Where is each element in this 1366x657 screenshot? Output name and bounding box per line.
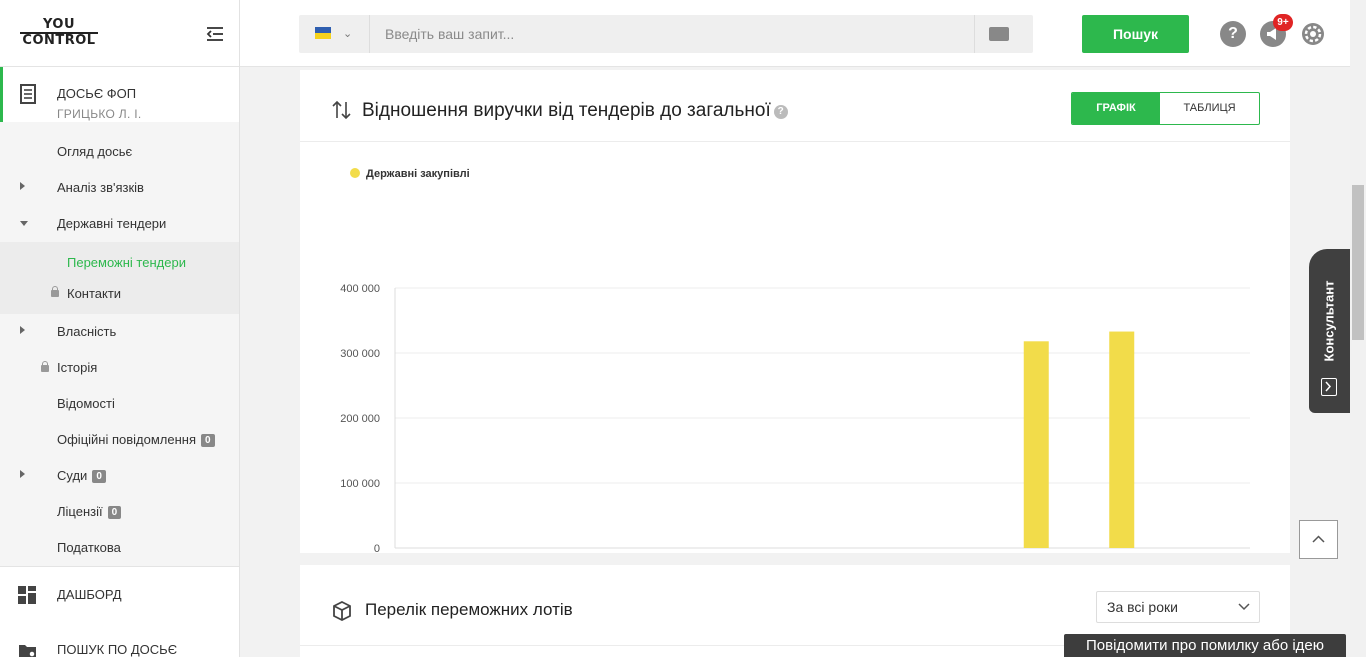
expand-arrow-icon <box>20 470 25 478</box>
page-scrollbar[interactable] <box>1350 0 1366 657</box>
sidebar-item-label: ДАШБОРД <box>57 587 122 602</box>
card-title: Перелік переможних лотів <box>365 600 573 619</box>
chevron-down-icon <box>1238 603 1250 611</box>
logo-line-1: YOU <box>20 18 98 34</box>
sidebar-item-label: Відомості <box>57 396 115 411</box>
sidebar-item-label: Аналіз зв'язків <box>57 180 144 195</box>
sidebar-item-label: Власність <box>57 324 117 339</box>
search-button[interactable]: Пошук <box>1082 15 1189 53</box>
year-filter-select[interactable]: За всі роки <box>1096 591 1260 623</box>
sidebar-bottom-menu: ДАШБОРД ПОШУК ПО ДОСЬЄ <box>0 566 239 657</box>
sidebar-item-overview[interactable]: Огляд досьє <box>0 134 239 170</box>
scroll-to-top-button[interactable] <box>1299 520 1338 559</box>
dossier-name: ГРИЦЬКО Л. І. <box>57 107 142 121</box>
sidebar-item-text: Суди <box>57 468 88 483</box>
sidebar-item-text: Ліцензії <box>57 504 103 519</box>
sidebar-item-records[interactable]: Відомості <box>0 386 239 422</box>
logo-line-2: CONTROL <box>22 33 96 48</box>
help-icon[interactable]: ? <box>1220 21 1246 47</box>
consultant-label: Консультант <box>1321 280 1337 362</box>
y-tick-label: 200 000 <box>340 413 380 425</box>
sidebar-item-property[interactable]: Власність <box>0 314 239 350</box>
scrollbar-thumb[interactable] <box>1352 185 1364 340</box>
chart-bar[interactable] <box>1023 341 1049 548</box>
sidebar-item-label: Історія <box>57 360 98 375</box>
y-tick-label: 0 <box>374 543 380 553</box>
y-tick-label: 400 000 <box>340 283 380 295</box>
toggle-table-button[interactable]: ТАБЛИЦЯ <box>1160 93 1259 124</box>
sidebar-item-dossier-search[interactable]: ПОШУК ПО ДОСЬЄ <box>0 622 239 657</box>
ukraine-flag-icon <box>315 27 331 39</box>
sidebar-item-label: Державні тендери <box>57 216 167 231</box>
chart-bar[interactable] <box>1109 331 1135 548</box>
sidebar-item-label: Офіційні повідомлення 0 <box>57 432 215 447</box>
sidebar-item-label: Переможні тендери <box>67 255 186 270</box>
bar-chart: 0100 000200 000300 000400 00020112012201… <box>340 283 1250 553</box>
expand-arrow-icon <box>20 182 25 190</box>
view-toggle: ГРАФІК ТАБЛИЦЯ <box>1071 92 1260 125</box>
virtual-keyboard-button[interactable] <box>974 15 1022 53</box>
card-title-text: Відношення виручки від тендерів до загал… <box>362 100 771 121</box>
sidebar-item-links-analysis[interactable]: Аналіз зв'язків <box>0 170 239 206</box>
sidebar-item-history[interactable]: Історія <box>0 350 239 386</box>
sidebar-item-dashboard[interactable]: ДАШБОРД <box>0 567 239 607</box>
count-badge: 0 <box>107 506 122 519</box>
keyboard-icon <box>989 27 1009 41</box>
top-header: ⌄ ? Пошук ? 9+ <box>240 0 1350 67</box>
document-icon <box>20 84 36 104</box>
country-selector[interactable]: ⌄ <box>299 15 370 53</box>
sidebar-item-state-tenders[interactable]: Державні тендери <box>0 206 239 242</box>
chevron-down-icon: ⌄ <box>343 28 353 40</box>
sidebar: YOU CONTROL ДОСЬЄ ФОП ГРИЦЬКО Л. І. Огля… <box>0 0 240 657</box>
report-error-button[interactable]: Повідомити про помилку або ідею <box>1064 634 1346 657</box>
folder-search-icon <box>19 645 36 657</box>
sidebar-item-courts[interactable]: Суди 0 <box>0 458 239 494</box>
sidebar-item-label: ПОШУК ПО ДОСЬЄ <box>57 642 178 657</box>
youcontrol-logo[interactable]: YOU CONTROL <box>20 18 98 48</box>
search-bar: ⌄ ? <box>299 15 1033 53</box>
count-badge: 0 <box>92 470 106 483</box>
sidebar-item-official-notices[interactable]: Офіційні повідомлення 0 <box>0 422 239 458</box>
card-header: Відношення виручки від тендерів до загал… <box>300 70 1290 142</box>
toggle-chart-button[interactable]: ГРАФІК <box>1072 93 1160 124</box>
state-tenders-submenu: Переможні тендери Контакти <box>0 242 239 314</box>
sidebar-item-label: Податкова <box>57 540 121 555</box>
count-badge: 0 <box>201 434 215 447</box>
year-filter-value: За всі роки <box>1107 599 1178 615</box>
consultant-widget[interactable]: Консультант <box>1309 249 1350 413</box>
expand-arrow-icon <box>20 326 25 334</box>
sidebar-item-licenses[interactable]: Ліцензії 0 <box>0 494 239 530</box>
collapse-arrow-icon <box>20 221 28 226</box>
chevron-up-icon <box>1312 535 1325 543</box>
notification-badge: 9+ <box>1273 14 1293 31</box>
tender-revenue-card: Відношення виручки від тендерів до загал… <box>300 70 1290 553</box>
lock-icon <box>51 286 59 297</box>
dossier-title: ДОСЬЄ ФОП <box>57 86 137 101</box>
dashboard-grid-icon <box>18 586 36 604</box>
y-tick-label: 300 000 <box>340 348 380 360</box>
sidebar-item-label: Огляд досьє <box>57 144 133 159</box>
y-tick-label: 100 000 <box>340 478 380 490</box>
sort-arrows-icon <box>332 100 351 120</box>
sidebar-item-text: Офіційні повідомлення <box>57 432 197 447</box>
logo-bar: YOU CONTROL <box>0 0 239 67</box>
lock-icon <box>41 361 49 372</box>
title-help-icon[interactable]: ? <box>773 105 788 119</box>
box-icon <box>333 601 351 621</box>
gear-icon[interactable] <box>1300 21 1326 47</box>
card-title: Відношення виручки від тендерів до загал… <box>362 100 788 122</box>
sidebar-item-label: Контакти <box>67 286 122 301</box>
sidebar-item-label: Суди 0 <box>57 468 106 483</box>
chevron-right-icon <box>1321 378 1337 396</box>
sidebar-item-contacts[interactable]: Контакти <box>0 276 239 312</box>
collapse-menu-icon[interactable] <box>205 24 225 44</box>
sidebar-item-tax[interactable]: Податкова <box>0 530 239 566</box>
sidebar-item-label: Ліцензії 0 <box>57 504 122 519</box>
search-input[interactable] <box>371 15 961 53</box>
dossier-header[interactable]: ДОСЬЄ ФОП ГРИЦЬКО Л. І. <box>0 67 239 122</box>
